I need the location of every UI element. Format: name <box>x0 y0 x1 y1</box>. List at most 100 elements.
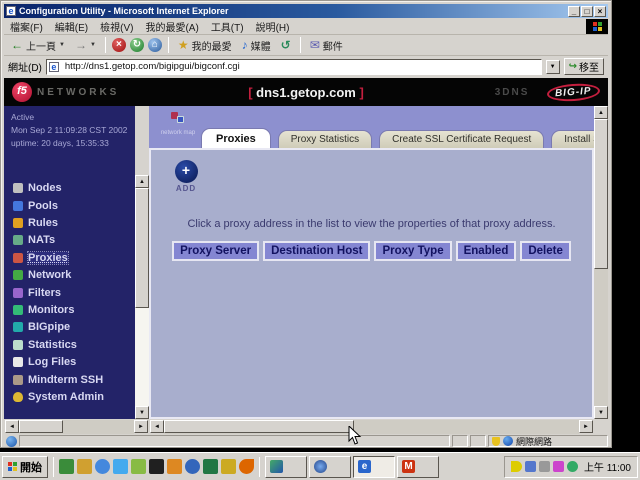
network-map-link[interactable]: network map <box>159 111 197 136</box>
scroll-down-icon[interactable]: ▼ <box>594 406 608 419</box>
forward-button[interactable]: → ▼ <box>72 38 99 52</box>
tray-icon-4[interactable] <box>553 461 564 472</box>
menu-file[interactable]: 檔案(F) <box>10 19 43 34</box>
title-bar[interactable]: e Configuration Utility - Microsoft Inte… <box>4 4 608 18</box>
sidebar-vertical-scrollbar[interactable]: ▲ ▼ <box>135 175 149 419</box>
sidebar-scroll-thumb[interactable] <box>135 188 149 308</box>
sidebar-item-proxies[interactable]: Proxies <box>13 249 135 266</box>
sidebar-item-nodes[interactable]: Nodes <box>13 180 135 197</box>
main-vertical-scrollbar[interactable]: ▲ ▼ <box>594 106 608 419</box>
mail-button[interactable]: ✉ 郵件 <box>307 37 346 54</box>
sidebar-item-system-admin[interactable]: System Admin <box>13 388 135 405</box>
favorites-button[interactable]: ★ 我的最愛 <box>175 37 235 54</box>
sidebar-item-mindterm-ssh[interactable]: Mindterm SSH <box>13 371 135 388</box>
column-header-destination-host[interactable]: Destination Host <box>263 241 370 261</box>
menu-tools[interactable]: 工具(T) <box>211 19 244 34</box>
tab-create-ssl-certificate-request[interactable]: Create SSL Certificate Request <box>379 130 544 148</box>
task-button-2[interactable] <box>309 456 351 478</box>
quicklaunch-icon-8[interactable] <box>185 459 200 474</box>
maximize-button[interactable]: □ <box>581 6 593 17</box>
scroll-track[interactable] <box>19 420 134 434</box>
main-frame: network map Proxies Proxy Statistics Cre… <box>149 106 594 419</box>
home-button[interactable]: ⌂ <box>148 38 162 52</box>
scroll-left-icon[interactable]: ◄ <box>150 420 164 433</box>
scroll-thumb[interactable] <box>164 420 354 433</box>
media-button[interactable]: ♪ 媒體 <box>239 37 274 54</box>
tray-icon-5[interactable] <box>567 461 578 472</box>
quicklaunch-icon-2[interactable] <box>77 459 92 474</box>
taskbar-clock[interactable]: 上午 11:00 <box>584 459 631 474</box>
quick-launch-bar <box>59 459 254 474</box>
quicklaunch-icon-6[interactable] <box>149 459 164 474</box>
scroll-track[interactable] <box>164 420 579 434</box>
address-label: 網址(D) <box>8 59 42 74</box>
add-icon[interactable]: + <box>175 160 198 183</box>
quicklaunch-icon-1[interactable] <box>59 459 74 474</box>
sidebar-scroll-track[interactable] <box>135 188 149 406</box>
sidebar-item-statistics[interactable]: Statistics <box>13 336 135 353</box>
tray-icon-2[interactable] <box>525 461 536 472</box>
history-button[interactable]: ↺ <box>278 38 294 52</box>
quicklaunch-icon-9[interactable] <box>203 459 218 474</box>
menu-help[interactable]: 說明(H) <box>256 19 290 34</box>
column-header-proxy-server[interactable]: Proxy Server <box>172 241 259 261</box>
tab-proxy-statistics[interactable]: Proxy Statistics <box>278 130 372 148</box>
refresh-button[interactable]: ↻ <box>130 38 144 52</box>
page-status-icon <box>6 436 17 447</box>
menu-view[interactable]: 檢視(V) <box>100 19 133 34</box>
sidebar-item-rules[interactable]: Rules <box>13 214 135 231</box>
security-zone-pane: 網際網路 <box>488 435 608 447</box>
quicklaunch-icon-7[interactable] <box>167 459 182 474</box>
add-proxy-button[interactable]: + ADD <box>171 160 201 193</box>
quicklaunch-icon-3[interactable] <box>95 459 110 474</box>
sidebar-item-monitors[interactable]: Monitors <box>13 301 135 318</box>
close-button[interactable]: × <box>594 6 606 17</box>
start-button[interactable]: 開始 <box>2 456 48 478</box>
column-header-enabled[interactable]: Enabled <box>456 241 517 261</box>
tray-icon-3[interactable] <box>539 461 550 472</box>
back-dropdown-icon[interactable]: ▼ <box>59 42 65 48</box>
quicklaunch-icon-11[interactable] <box>239 459 254 474</box>
sidebar-item-filters[interactable]: Filters <box>13 284 135 301</box>
tab-proxies[interactable]: Proxies <box>201 128 271 148</box>
quicklaunch-icon-10[interactable] <box>221 459 236 474</box>
forward-dropdown-icon[interactable]: ▼ <box>90 42 96 48</box>
task-button-1[interactable] <box>265 456 307 478</box>
scroll-right-icon[interactable]: ► <box>134 420 148 433</box>
sidebar-item-label: Network <box>28 269 71 281</box>
scroll-thumb[interactable] <box>19 420 63 433</box>
address-input[interactable]: e http://dns1.getop.com/bigipgui/bigconf… <box>46 59 542 75</box>
product-bigip-label[interactable]: BIG-IP <box>547 82 601 103</box>
go-button[interactable]: ↪ 移至 <box>564 58 604 75</box>
sidebar-item-pools[interactable]: Pools <box>13 197 135 214</box>
tray-icon-1[interactable] <box>511 461 522 472</box>
main-scroll-thumb[interactable] <box>594 119 608 269</box>
minimize-button[interactable]: _ <box>568 6 580 17</box>
back-button[interactable]: ← 上一頁 ▼ <box>8 37 68 54</box>
tab-install-ssl-certificate[interactable]: Install SSL Certif <box>551 130 594 148</box>
task-button-4[interactable]: M <box>397 456 439 478</box>
sidebar-item-log-files[interactable]: Log Files <box>13 353 135 370</box>
menu-edit[interactable]: 編輯(E) <box>55 19 88 34</box>
scroll-left-icon[interactable]: ◄ <box>5 420 19 433</box>
main-horizontal-scrollbar[interactable]: ◄ ► <box>150 420 593 434</box>
product-3dns-label[interactable]: 3DNS <box>495 87 530 98</box>
scroll-down-icon[interactable]: ▼ <box>135 406 149 419</box>
column-header-proxy-type[interactable]: Proxy Type <box>374 241 451 261</box>
scroll-right-icon[interactable]: ► <box>579 420 593 433</box>
quicklaunch-icon-5[interactable] <box>131 459 146 474</box>
scroll-up-icon[interactable]: ▲ <box>594 106 608 119</box>
menu-favorites[interactable]: 我的最愛(A) <box>145 19 198 34</box>
address-url[interactable]: http://dns1.getop.com/bigipgui/bigconf.c… <box>65 61 240 72</box>
scroll-up-icon[interactable]: ▲ <box>135 175 149 188</box>
task-button-3-active[interactable]: e <box>353 456 395 478</box>
sidebar-horizontal-scrollbar[interactable]: ◄ ► <box>5 420 148 434</box>
main-scroll-track[interactable] <box>594 119 608 406</box>
column-header-delete[interactable]: Delete <box>520 241 571 261</box>
stop-button[interactable]: × <box>112 38 126 52</box>
quicklaunch-icon-4[interactable] <box>113 459 128 474</box>
sidebar-item-network[interactable]: Network <box>13 266 135 283</box>
address-dropdown-button[interactable]: ▼ <box>546 60 560 74</box>
sidebar-item-nats[interactable]: NATs <box>13 232 135 249</box>
sidebar-item-bigpipe[interactable]: BIGpipe <box>13 319 135 336</box>
